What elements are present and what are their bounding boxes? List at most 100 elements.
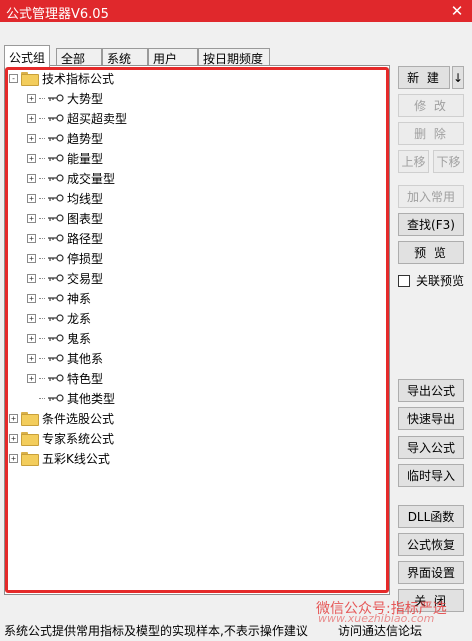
tree-item-category-8[interactable]: + 停损型 — [27, 249, 103, 267]
tree-item-label: 龙系 — [67, 311, 92, 326]
formula-key-icon — [48, 254, 64, 262]
tree-item-category-14[interactable]: + 特色型 — [27, 369, 103, 387]
move-down-button[interactable]: 下移 — [433, 150, 464, 173]
tree-item-category-11[interactable]: + 龙系 — [27, 309, 91, 327]
tree-item-technical-indicators[interactable]: - 技术指标公式 — [9, 69, 114, 87]
link-preview-option[interactable]: 关联预览 — [398, 272, 464, 289]
tree-item-label: 超买超卖型 — [67, 111, 128, 126]
tree-item-label: 鬼系 — [67, 331, 92, 346]
expand-toggle-icon[interactable]: + — [27, 233, 36, 243]
folder-icon — [21, 72, 39, 86]
tree-connector — [39, 177, 45, 179]
tree-item-label: 成交量型 — [67, 171, 116, 186]
import-formula-button[interactable]: 导入公式 — [398, 436, 464, 459]
formula-key-icon — [48, 94, 64, 102]
tree-item-category-7[interactable]: + 路径型 — [27, 229, 103, 247]
tab-formula-group[interactable]: 公式组 — [4, 45, 51, 67]
expand-toggle-icon[interactable]: + — [27, 93, 36, 103]
formula-key-icon — [48, 214, 64, 222]
formula-key-icon — [48, 334, 64, 342]
window-title: 公式管理器V6.05 — [6, 7, 109, 22]
add-to-common-button[interactable]: 加入常用 — [398, 185, 464, 208]
delete-button[interactable]: 删 除 — [398, 122, 464, 145]
expand-toggle-icon[interactable]: + — [27, 333, 36, 343]
expand-toggle-icon[interactable]: + — [27, 253, 36, 263]
tree-item-label: 特色型 — [67, 371, 104, 386]
tree-item-category-15[interactable]: 其他类型 — [27, 389, 115, 407]
window-close-button[interactable]: ✕ — [442, 0, 472, 22]
formula-key-icon — [48, 354, 64, 362]
tree-item-label: 交易型 — [67, 271, 104, 286]
link-preview-label: 关联预览 — [416, 274, 465, 288]
expand-toggle-icon[interactable]: + — [27, 113, 36, 123]
tree-item-category-0[interactable]: + 大势型 — [27, 89, 103, 107]
tree-item-label: 专家系统公式 — [42, 431, 115, 446]
tree-item-category-5[interactable]: + 均线型 — [27, 189, 103, 207]
expand-toggle-icon[interactable]: + — [27, 213, 36, 223]
expand-toggle-icon[interactable]: + — [27, 133, 36, 143]
preview-button[interactable]: 预 览 — [398, 241, 464, 264]
tree-item-category-6[interactable]: + 图表型 — [27, 209, 103, 227]
collapse-toggle-icon[interactable]: - — [9, 73, 18, 83]
tree-item-label: 图表型 — [67, 211, 104, 226]
new-dropdown-button[interactable]: ↓ — [452, 66, 464, 89]
temp-import-button[interactable]: 临时导入 — [398, 464, 464, 487]
formula-tree[interactable]: - 技术指标公式 + 大势型 + 超买超卖型 + 趋势型 + 能量型 + 成交量型 + 均线型 + 图表型 + 路… — [4, 65, 390, 595]
expand-toggle-icon[interactable]: + — [27, 293, 36, 303]
new-button[interactable]: 新 建 — [398, 66, 450, 89]
formula-key-icon — [48, 194, 64, 202]
tree-item-root-1[interactable]: + 专家系统公式 — [9, 429, 114, 447]
formula-key-icon — [48, 394, 64, 402]
tree-item-label: 停损型 — [67, 251, 104, 266]
tree-item-category-9[interactable]: + 交易型 — [27, 269, 103, 287]
expand-toggle-icon[interactable]: + — [27, 313, 36, 323]
expand-toggle-icon[interactable]: + — [27, 173, 36, 183]
find-button[interactable]: 查找(F3) — [398, 213, 464, 236]
export-formula-button[interactable]: 导出公式 — [398, 379, 464, 402]
quick-export-button[interactable]: 快速导出 — [398, 407, 464, 430]
tree-item-label: 均线型 — [67, 191, 104, 206]
tree-connector — [39, 137, 45, 139]
status-text: 系统公式提供常用指标及模型的实现样本,不表示操作建议 — [4, 624, 308, 638]
tree-connector — [39, 157, 45, 159]
tree-item-label: 路径型 — [67, 231, 104, 246]
formula-key-icon — [48, 294, 64, 302]
expand-toggle-icon[interactable]: + — [9, 433, 18, 443]
expand-toggle-icon[interactable]: + — [27, 353, 36, 363]
expand-toggle-icon[interactable]: + — [27, 273, 36, 283]
tree-item-label: 能量型 — [67, 151, 104, 166]
tree-connector — [39, 117, 45, 119]
expand-toggle-icon[interactable]: + — [27, 153, 36, 163]
tree-item-root-2[interactable]: + 五彩K线公式 — [9, 449, 110, 467]
move-up-button[interactable]: 上移 — [398, 150, 429, 173]
tree-item-category-3[interactable]: + 能量型 — [27, 149, 103, 167]
tree-item-category-13[interactable]: + 其他系 — [27, 349, 103, 367]
tree-item-category-1[interactable]: + 超买超卖型 — [27, 109, 127, 127]
dll-functions-button[interactable]: DLL函数 — [398, 505, 464, 528]
tree-connector — [39, 397, 45, 399]
tree-item-root-0[interactable]: + 条件选股公式 — [9, 409, 114, 427]
tree-connector — [39, 257, 45, 259]
expand-toggle-icon[interactable]: + — [27, 193, 36, 203]
tree-item-category-12[interactable]: + 鬼系 — [27, 329, 91, 347]
link-preview-checkbox[interactable] — [398, 274, 410, 287]
formula-key-icon — [48, 114, 64, 122]
tree-item-label: 神系 — [67, 291, 92, 306]
formula-key-icon — [48, 234, 64, 242]
formula-restore-button[interactable]: 公式恢复 — [398, 533, 464, 556]
tree-connector — [39, 357, 45, 359]
tree-item-category-10[interactable]: + 神系 — [27, 289, 91, 307]
tree-connector — [39, 297, 45, 299]
expand-toggle-icon[interactable]: + — [9, 453, 18, 463]
ui-settings-button[interactable]: 界面设置 — [398, 561, 464, 584]
tree-item-category-4[interactable]: + 成交量型 — [27, 169, 115, 187]
tree-connector — [39, 97, 45, 99]
tree-item-label: 大势型 — [67, 91, 104, 106]
formula-key-icon — [48, 274, 64, 282]
edit-button[interactable]: 修 改 — [398, 94, 464, 117]
expand-toggle-icon[interactable]: + — [27, 373, 36, 383]
tree-item-label: 趋势型 — [67, 131, 104, 146]
expand-toggle-icon[interactable]: + — [9, 413, 18, 423]
formula-key-icon — [48, 374, 64, 382]
tree-item-category-2[interactable]: + 趋势型 — [27, 129, 103, 147]
